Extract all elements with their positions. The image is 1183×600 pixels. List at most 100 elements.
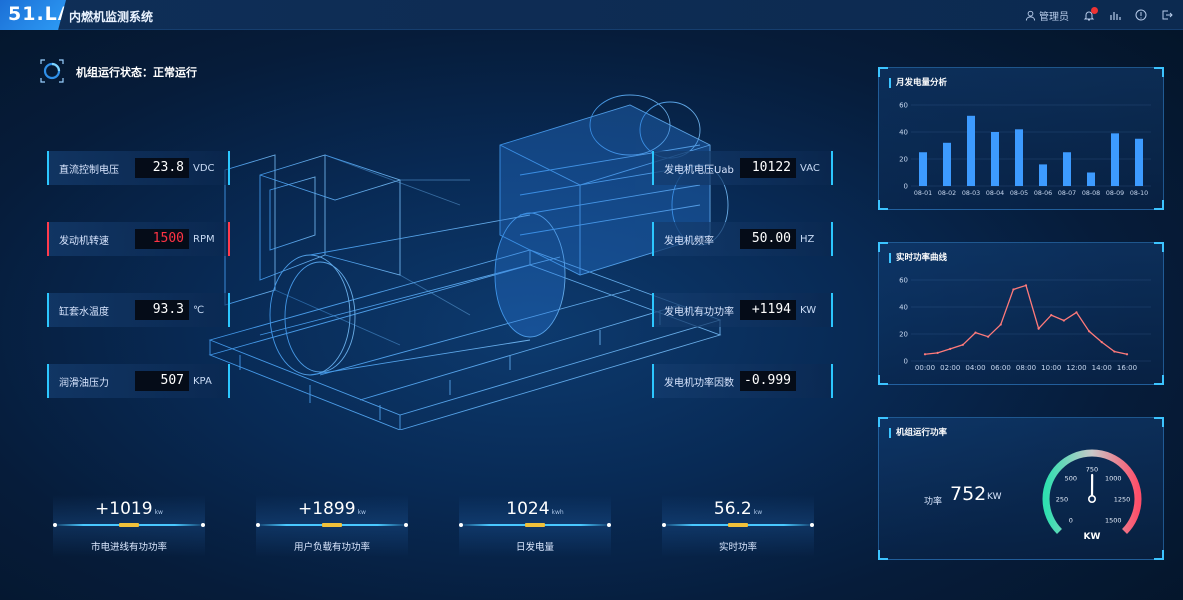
reading-value: 50.00 (740, 229, 796, 249)
reading-oil-pressure: 润滑油压力 507 KPA (47, 364, 230, 398)
notification-button[interactable] (1083, 7, 1098, 21)
data-point (1050, 314, 1053, 317)
reading-unit: RPM (193, 233, 215, 245)
data-point (1100, 341, 1103, 344)
logout-button[interactable] (1161, 9, 1173, 21)
stat-value-wrap: +1899 kw (256, 499, 408, 519)
stat-value: 56.2 (713, 499, 752, 519)
y-tick-label: 20 (899, 331, 908, 339)
x-tick-label: 08-10 (1130, 190, 1148, 197)
stats-button[interactable] (1109, 9, 1121, 21)
x-tick-label: 08-08 (1082, 190, 1100, 197)
stat-value-wrap: +1019 kw (53, 499, 205, 519)
reading-generator-frequency: 发电机频率 50.00 HZ (652, 222, 833, 256)
user-menu[interactable]: 管理员 (1025, 8, 1069, 23)
x-tick-label: 08-04 (986, 190, 1004, 197)
generator-wireframe-illustration (208, 94, 729, 430)
y-tick-label: 20 (899, 156, 908, 164)
reading-label: 发动机转速 (59, 235, 109, 247)
gauge-tick-label: 1000 (1105, 474, 1122, 482)
x-tick-label: 08-05 (1010, 190, 1028, 197)
data-point (1062, 319, 1065, 322)
reading-label: 发电机有功功率 (664, 306, 734, 318)
machine-status: 机组运行状态：正常运行 (76, 66, 197, 79)
stat-divider (662, 523, 814, 527)
gauge-tick-label: 1250 (1114, 496, 1131, 504)
reading-label: 润滑油压力 (59, 377, 109, 389)
reading-value: 93.3 (135, 300, 189, 320)
reading-label: 发电机频率 (664, 235, 714, 247)
gauge-unit-label: KW (1084, 532, 1101, 542)
x-tick-label: 08-09 (1106, 190, 1124, 197)
y-tick-label: 60 (899, 102, 908, 110)
x-tick-label: 04:00 (965, 364, 985, 372)
x-tick-label: 08:00 (1016, 364, 1036, 372)
realtime-power-panel: 实时功率曲线 0 20 40 60 00:00 02:00 04:00 06:00 08:00 1… (878, 242, 1164, 385)
logout-icon (1162, 10, 1173, 20)
stat-grid-active-power: +1019 kw 市电进线有功功率 (53, 495, 205, 557)
logo: 51.LA (8, 3, 74, 25)
gauge-tick-label: 0 (1069, 517, 1073, 525)
stat-divider (256, 523, 408, 527)
bar (919, 152, 927, 186)
reading-unit: ℃ (193, 304, 205, 316)
reading-value: 1500 (135, 229, 189, 249)
reading-unit: HZ (800, 233, 815, 245)
stat-unit: kw (154, 509, 163, 516)
reading-engine-speed: 发动机转速 1500 RPM (47, 222, 230, 256)
bar (943, 142, 951, 186)
user-icon (1025, 10, 1036, 21)
unit-power-panel: 机组运行功率 功率 752 KW 0 250 500 750 1000 1250 1500 K… (878, 417, 1164, 560)
gauge-hub (1088, 495, 1097, 504)
stat-value: 1024 (506, 499, 550, 519)
gauge-tick-label: 1500 (1105, 517, 1122, 525)
header-toolbar: 管理员 (1025, 7, 1173, 23)
stat-value-wrap: 56.2 kw (662, 499, 814, 519)
reading-unit: KW (800, 304, 817, 316)
stat-label: 用户负载有功功率 (293, 542, 370, 553)
x-tick-label: 08-01 (914, 190, 932, 197)
bar (1039, 164, 1047, 186)
monthly-bar-chart: 0 20 40 60 08-01 08-02 08-03 08-04 08-05 08-06 08-… (899, 102, 1151, 197)
x-tick-label: 08-07 (1058, 190, 1076, 197)
data-point (1113, 350, 1116, 353)
x-tick-label: 00:00 (915, 364, 935, 372)
data-point (1024, 284, 1028, 287)
stat-value: +1019 (95, 499, 153, 519)
reading-label: 直流控制电压 (59, 164, 119, 176)
data-point (923, 353, 927, 356)
data-point (1125, 353, 1129, 356)
reading-value: 507 (135, 371, 189, 391)
info-button[interactable] (1135, 9, 1147, 21)
stat-unit: kw (753, 509, 763, 516)
reading-unit: VDC (193, 162, 215, 174)
stat-divider (459, 523, 611, 527)
reading-dc-voltage: 直流控制电压 23.8 VDC (47, 151, 230, 185)
bar (991, 132, 999, 186)
notification-badge (1091, 7, 1098, 14)
bar (1135, 138, 1143, 186)
app-title: 内燃机监测系统 (69, 10, 154, 24)
data-point (974, 331, 977, 334)
stat-unit: kwh (551, 509, 564, 516)
reading-label: 发电机功率因数 (664, 377, 734, 389)
reading-water-temperature: 缸套水温度 93.3 ℃ (47, 293, 230, 327)
data-point (1037, 327, 1040, 330)
y-tick-label: 40 (899, 304, 908, 312)
reading-unit: KPA (193, 375, 212, 387)
gauge-tick-label: 250 (1056, 496, 1068, 504)
gauge-tick-label: 750 (1086, 466, 1098, 474)
monthly-generation-panel: 月发电量分析 0 20 40 60 08-01 08-02 08-03 08-04 08-05 0… (878, 67, 1164, 210)
top-header: 51.LA 内燃机监测系统 管理员 (0, 0, 1183, 30)
user-name: 管理员 (1039, 11, 1069, 23)
stat-load-active-power: +1899 kw 用户负载有功功率 (256, 495, 408, 557)
bar (1015, 129, 1023, 186)
y-tick-label: 0 (904, 358, 908, 366)
gauge-tick-label: 500 (1065, 474, 1077, 482)
x-tick-label: 14:00 (1092, 364, 1112, 372)
reading-label: 缸套水温度 (59, 306, 109, 318)
reading-active-power: 发电机有功功率 +1194 KW (652, 293, 833, 327)
reading-generator-voltage: 发电机电压Uab 10122 VAC (652, 151, 833, 185)
data-point (987, 335, 990, 338)
bar (1111, 133, 1119, 186)
